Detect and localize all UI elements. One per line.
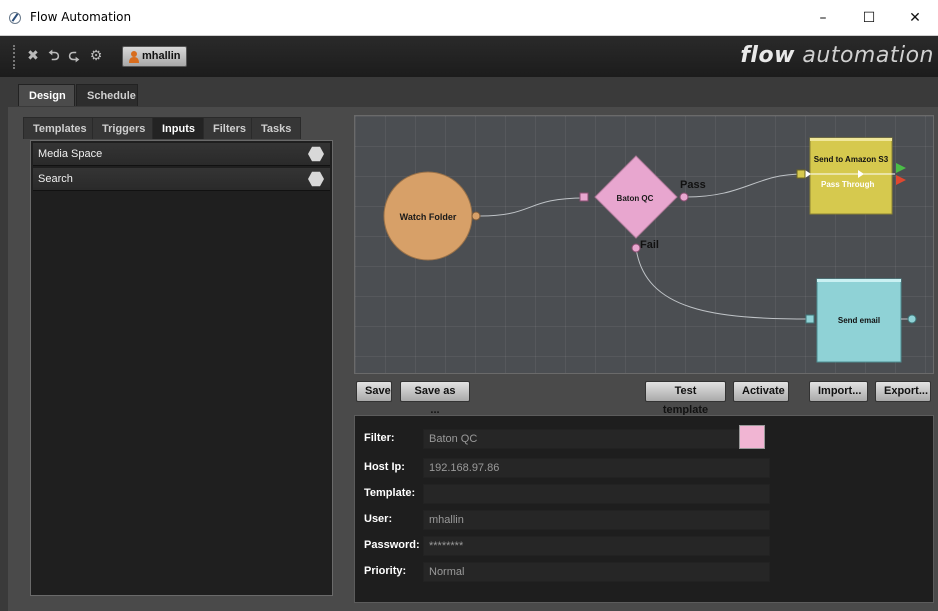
baton-qc-input-port[interactable]: [579, 192, 589, 202]
success-output-arrow[interactable]: [896, 163, 906, 173]
watch-folder-output-port[interactable]: [471, 211, 481, 221]
save-button[interactable]: Save: [356, 381, 392, 402]
list-item-label: Media Space: [38, 148, 103, 160]
host-ip-row: Host Ip: 192.168.97.86: [364, 458, 784, 478]
subtab-triggers[interactable]: Triggers: [92, 117, 156, 139]
main-area: Design Schedule Templates Triggers Input…: [0, 77, 938, 611]
host-ip-label: Host Ip:: [364, 461, 405, 473]
window-titlebar: Flow Automation – ☐ ✕: [0, 0, 938, 36]
tab-design[interactable]: Design: [18, 84, 75, 106]
app-icon: [9, 12, 21, 24]
tab-schedule[interactable]: Schedule: [76, 84, 138, 106]
filter-field[interactable]: Baton QC: [423, 429, 741, 449]
priority-field[interactable]: Normal: [423, 562, 770, 582]
baton-qc-label: Baton QC: [617, 194, 654, 203]
inputs-list: Media Space Search: [30, 140, 333, 596]
priority-row: Priority: Normal: [364, 562, 784, 582]
filter-color-swatch[interactable]: [739, 425, 765, 449]
user-name: mhallin: [142, 50, 181, 62]
workflow-canvas[interactable]: Watch Folder Baton QC Pass Fail Send to …: [354, 115, 934, 374]
subtab-filters[interactable]: Filters: [203, 117, 257, 139]
template-label: Template:: [364, 487, 416, 499]
list-item-search[interactable]: Search: [33, 168, 330, 191]
send-s3-node[interactable]: [809, 137, 893, 215]
template-field[interactable]: [423, 484, 770, 504]
user-field[interactable]: mhallin: [423, 510, 770, 530]
settings-gears-icon[interactable]: ⚙: [88, 48, 104, 64]
user-icon: [129, 51, 139, 63]
workflow-graph: Watch Folder Baton QC Pass Fail Send to …: [383, 137, 917, 363]
subtab-inputs[interactable]: Inputs: [152, 117, 205, 139]
host-ip-field[interactable]: 192.168.97.86: [423, 458, 770, 478]
connector-watch-to-baton: [479, 197, 586, 217]
export-button[interactable]: Export...: [875, 381, 931, 402]
send-email-output-port[interactable]: [907, 314, 917, 324]
send-s3-label: Send to Amazon S3: [814, 155, 889, 164]
password-label: Password:: [364, 539, 420, 551]
password-row: Password: ********: [364, 536, 784, 556]
failure-output-arrow[interactable]: [896, 175, 906, 185]
subtab-templates[interactable]: Templates: [23, 117, 97, 139]
minimize-button[interactable]: –: [800, 0, 846, 36]
test-template-button[interactable]: Test template: [645, 381, 726, 416]
watch-folder-label: Watch Folder: [400, 212, 457, 222]
import-button[interactable]: Import...: [809, 381, 868, 402]
redo-icon[interactable]: ⮎: [66, 48, 82, 64]
window-title: Flow Automation: [30, 10, 132, 24]
hexagon-node-icon[interactable]: [308, 146, 324, 162]
close-button[interactable]: ✕: [892, 0, 938, 36]
maximize-button[interactable]: ☐: [846, 0, 892, 36]
properties-panel: Filter: Baton QC Host Ip: 192.168.97.86 …: [354, 415, 934, 603]
activate-button[interactable]: Activate: [733, 381, 789, 402]
brand-logo: flow automation: [740, 43, 934, 68]
list-item-media-space[interactable]: Media Space: [33, 143, 330, 166]
baton-qc-fail-port[interactable]: [631, 243, 641, 253]
user-row: User: mhallin: [364, 510, 784, 530]
send-s3-input-port[interactable]: [796, 169, 806, 179]
pass-label: Pass: [680, 179, 706, 191]
undo-icon[interactable]: ⮌: [46, 48, 62, 64]
send-s3-highlight: [810, 138, 892, 141]
toolbar: ✖ ⮌ ⮎ ⚙ mhallin flow automation: [0, 36, 938, 77]
user-button[interactable]: mhallin: [122, 46, 187, 67]
fail-label: Fail: [640, 239, 659, 251]
priority-label: Priority:: [364, 565, 407, 577]
template-row: Template:: [364, 484, 784, 504]
design-content: Templates Triggers Inputs Filters Tasks …: [8, 107, 938, 611]
send-email-label: Send email: [838, 316, 880, 325]
hexagon-node-icon[interactable]: [308, 171, 324, 187]
password-field[interactable]: ********: [423, 536, 770, 556]
pass-through-label: Pass Through: [821, 180, 874, 189]
send-email-highlight: [817, 279, 901, 282]
list-item-label: Search: [38, 173, 73, 185]
user-label: User:: [364, 513, 393, 525]
toolbar-grip[interactable]: [13, 45, 15, 69]
filter-row: Filter: Baton QC: [364, 429, 784, 449]
baton-qc-pass-port[interactable]: [679, 192, 689, 202]
delete-icon[interactable]: ✖: [25, 48, 41, 64]
send-email-input-port[interactable]: [805, 314, 815, 324]
filter-label: Filter:: [364, 432, 395, 444]
subtab-tasks[interactable]: Tasks: [251, 117, 302, 139]
save-as-button[interactable]: Save as ...: [400, 381, 470, 416]
connector-fail-to-email: [635, 247, 811, 320]
